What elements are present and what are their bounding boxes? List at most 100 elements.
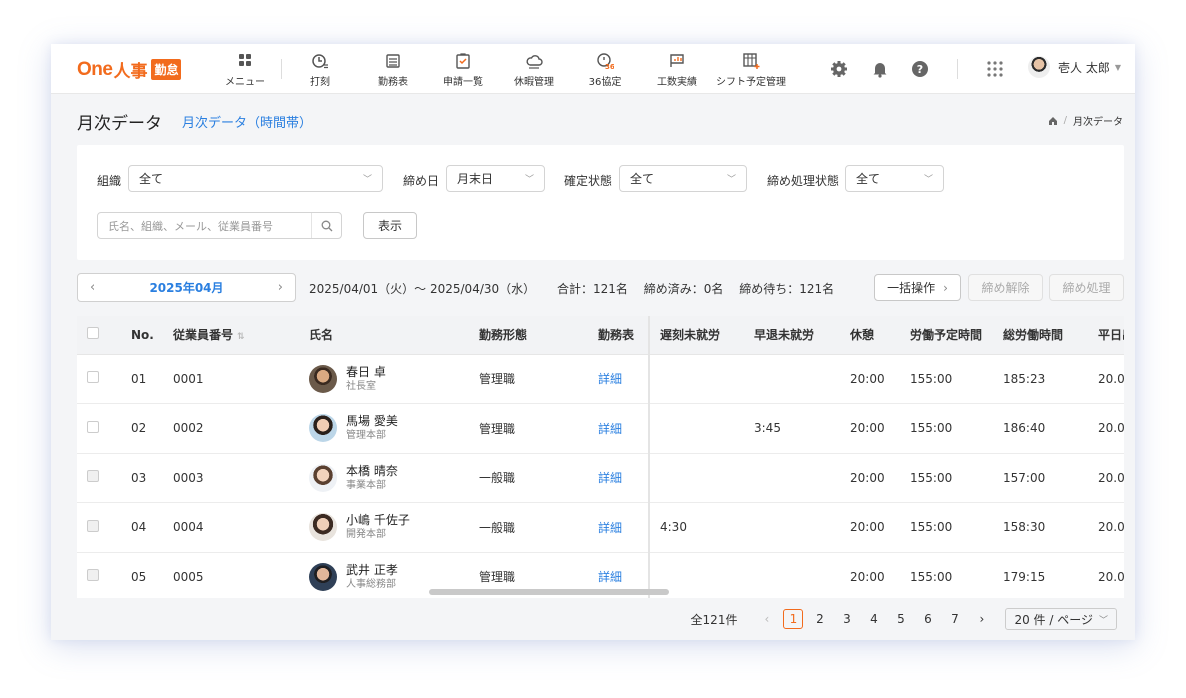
col-header: 労働予定時間	[900, 316, 993, 355]
monthly-data-table: No. 従業員番号 ⇅ 氏名 勤務形態 勤務表 遅刻未就労 早退未就労 休憩 労働…	[77, 316, 1124, 598]
cell-timesheet: 詳細	[588, 354, 650, 404]
bell-icon[interactable]	[871, 60, 889, 78]
help-icon[interactable]: ?	[911, 60, 929, 78]
cell-work-type: 管理職	[469, 403, 588, 454]
timesheet-detail-link[interactable]: 詳細	[598, 521, 622, 535]
row-select-cell[interactable]	[77, 453, 121, 503]
app-window: One 人事 勤怠 メニュー 打刻 勤務表 申請一覧 休暇管理 36 36協定	[51, 44, 1135, 640]
table-row[interactable]: 01 0001 春日 卓社長室 管理職 詳細 20:00 155:00 185:23 20.0	[77, 354, 1124, 404]
col-header-employee-number[interactable]: 従業員番号 ⇅	[163, 316, 299, 355]
cell-early	[744, 453, 840, 503]
select-all-checkbox[interactable]	[87, 327, 99, 340]
nav-label: 休暇管理	[514, 77, 554, 88]
cell-late: 4:30	[649, 502, 744, 553]
page-title: 月次データ	[77, 114, 162, 134]
row-select-cell[interactable]	[77, 354, 121, 404]
page-number-4[interactable]: 4	[860, 612, 887, 626]
page-size-select[interactable]: 20 件 / ページ ﹀	[1005, 608, 1117, 630]
gear-icon[interactable]	[830, 60, 848, 78]
table-row[interactable]: 03 0003 本橋 晴奈 事業本部 一般職 詳細 20:00 155:00 157:00 20.…	[77, 453, 1124, 503]
row-select-cell[interactable]	[77, 552, 121, 598]
app-launcher-icon[interactable]	[986, 60, 1004, 78]
select-all-cell[interactable]	[77, 316, 121, 355]
grid-icon	[239, 54, 251, 66]
nav-shift[interactable]: シフト予定管理	[713, 52, 789, 88]
row-select-cell[interactable]	[77, 403, 121, 454]
date-range: 2025/04/01（火）〜 2025/04/30（水）	[309, 282, 536, 296]
user-menu[interactable]: 壱人 太郎 ▼	[1028, 56, 1121, 78]
table-header-row: No. 従業員番号 ⇅ 氏名 勤務形態 勤務表 遅刻未就労 早退未就労 休憩 労働…	[77, 316, 1124, 355]
bulk-action-button[interactable]: 一括操作 ›	[874, 274, 961, 301]
table-row[interactable]: 04 0004 小嶋 千佐子 開発本部 一般職 詳細 4:30 20:00 155:00 158:…	[77, 502, 1124, 553]
nav-label: 打刻	[310, 77, 330, 88]
subpage-link[interactable]: 月次データ（時間帯）	[182, 112, 312, 131]
org-select[interactable]: 全て ﹀	[128, 165, 383, 192]
row-checkbox[interactable]	[87, 470, 99, 483]
row-checkbox[interactable]	[87, 371, 99, 384]
search-icon[interactable]	[311, 213, 341, 238]
row-checkbox[interactable]	[87, 519, 99, 532]
closing-select[interactable]: 月末日 ﹀	[446, 165, 545, 192]
row-checkbox[interactable]	[87, 420, 99, 433]
page-number-3[interactable]: 3	[833, 612, 860, 626]
nav-workload[interactable]: 工数実績	[655, 52, 699, 88]
search-input[interactable]: 氏名、組織、メール、従業員番号	[97, 212, 342, 239]
month-value[interactable]: 2025年04月	[149, 279, 223, 296]
timesheet-detail-link[interactable]: 詳細	[598, 372, 622, 386]
page-number-6[interactable]: 6	[914, 612, 941, 626]
close-process-button[interactable]: 締め処理	[1049, 274, 1124, 301]
nav-timesheet[interactable]: 勤務表	[373, 52, 413, 88]
table-row[interactable]: 02 0002 馬場 愛美 管理本部 管理職 詳細 3:45 20:00 155:00 186:4…	[77, 403, 1124, 454]
horizontal-scrollbar[interactable]	[429, 589, 669, 595]
sort-icon[interactable]: ⇅	[237, 332, 245, 342]
filter-panel: 組織 全て ﹀ 締め日 月末日 ﹀ 確定状態 全て ﹀ 締め処理状態 全て ﹀ …	[77, 145, 1124, 260]
col-header: 勤務表	[588, 316, 650, 355]
nav-menu[interactable]: メニュー	[222, 52, 268, 88]
page-number-1[interactable]: 1	[783, 609, 804, 629]
chevron-left-icon[interactable]: ‹	[753, 612, 780, 626]
timesheet-detail-link[interactable]: 詳細	[598, 422, 622, 436]
page-number-7[interactable]: 7	[941, 612, 968, 626]
cell-no: 03	[121, 453, 163, 503]
period-summary: 2025/04/01（火）〜 2025/04/30（水） 合計：121名 締め済…	[309, 280, 834, 297]
cell-late	[649, 403, 744, 454]
timesheet-detail-link[interactable]: 詳細	[598, 570, 622, 584]
row-checkbox[interactable]	[87, 569, 99, 582]
process-select[interactable]: 全て ﹀	[845, 165, 944, 192]
nav-agreement36[interactable]: 36 36協定	[587, 52, 623, 88]
chevron-down-icon: ﹀	[524, 175, 534, 185]
cell-weekday: 20.0	[1088, 354, 1124, 404]
nav-leave[interactable]: 休暇管理	[511, 52, 557, 88]
breadcrumb-current: 月次データ	[1073, 117, 1123, 128]
logo-one: One	[77, 58, 113, 80]
cell-total: 179:15	[993, 552, 1088, 598]
home-icon[interactable]	[1048, 116, 1058, 126]
org-select-value: 全て	[139, 172, 164, 186]
page-number-2[interactable]: 2	[806, 612, 833, 626]
cell-name: 本橋 晴奈 事業本部	[299, 453, 469, 503]
cell-break: 20:00	[840, 502, 900, 553]
unlock-close-button[interactable]: 締め解除	[968, 274, 1043, 301]
chevron-left-icon[interactable]: ‹	[90, 280, 95, 295]
pagination-total: 全121件	[690, 612, 738, 627]
timesheet-detail-link[interactable]: 詳細	[598, 471, 622, 485]
chevron-right-icon[interactable]: ›	[968, 612, 995, 626]
page-number-5[interactable]: 5	[887, 612, 914, 626]
show-button[interactable]: 表示	[363, 212, 417, 239]
col-header: 総労働時間	[993, 316, 1088, 355]
nav-punch[interactable]: 打刻	[305, 52, 335, 88]
chevron-down-icon: ﹀	[726, 175, 736, 185]
nav-applications[interactable]: 申請一覧	[440, 52, 486, 88]
breadcrumb: / 月次データ	[1048, 113, 1123, 128]
avatar	[309, 364, 337, 393]
chevron-right-icon[interactable]: ›	[278, 280, 283, 295]
app-logo[interactable]: One 人事 勤怠	[77, 57, 182, 82]
cell-employee-number: 0001	[163, 354, 299, 404]
row-select-cell[interactable]	[77, 502, 121, 553]
pagination: 全121件 ‹ 1234567 › 20 件 / ページ ﹀	[691, 608, 1117, 630]
employee-name: 武井 正孝	[346, 562, 398, 577]
closed-count: 締め済み：0名	[643, 282, 724, 296]
cell-planned: 155:00	[900, 552, 993, 598]
process-label: 締め処理状態	[767, 174, 840, 188]
confirm-select[interactable]: 全て ﹀	[619, 165, 747, 192]
